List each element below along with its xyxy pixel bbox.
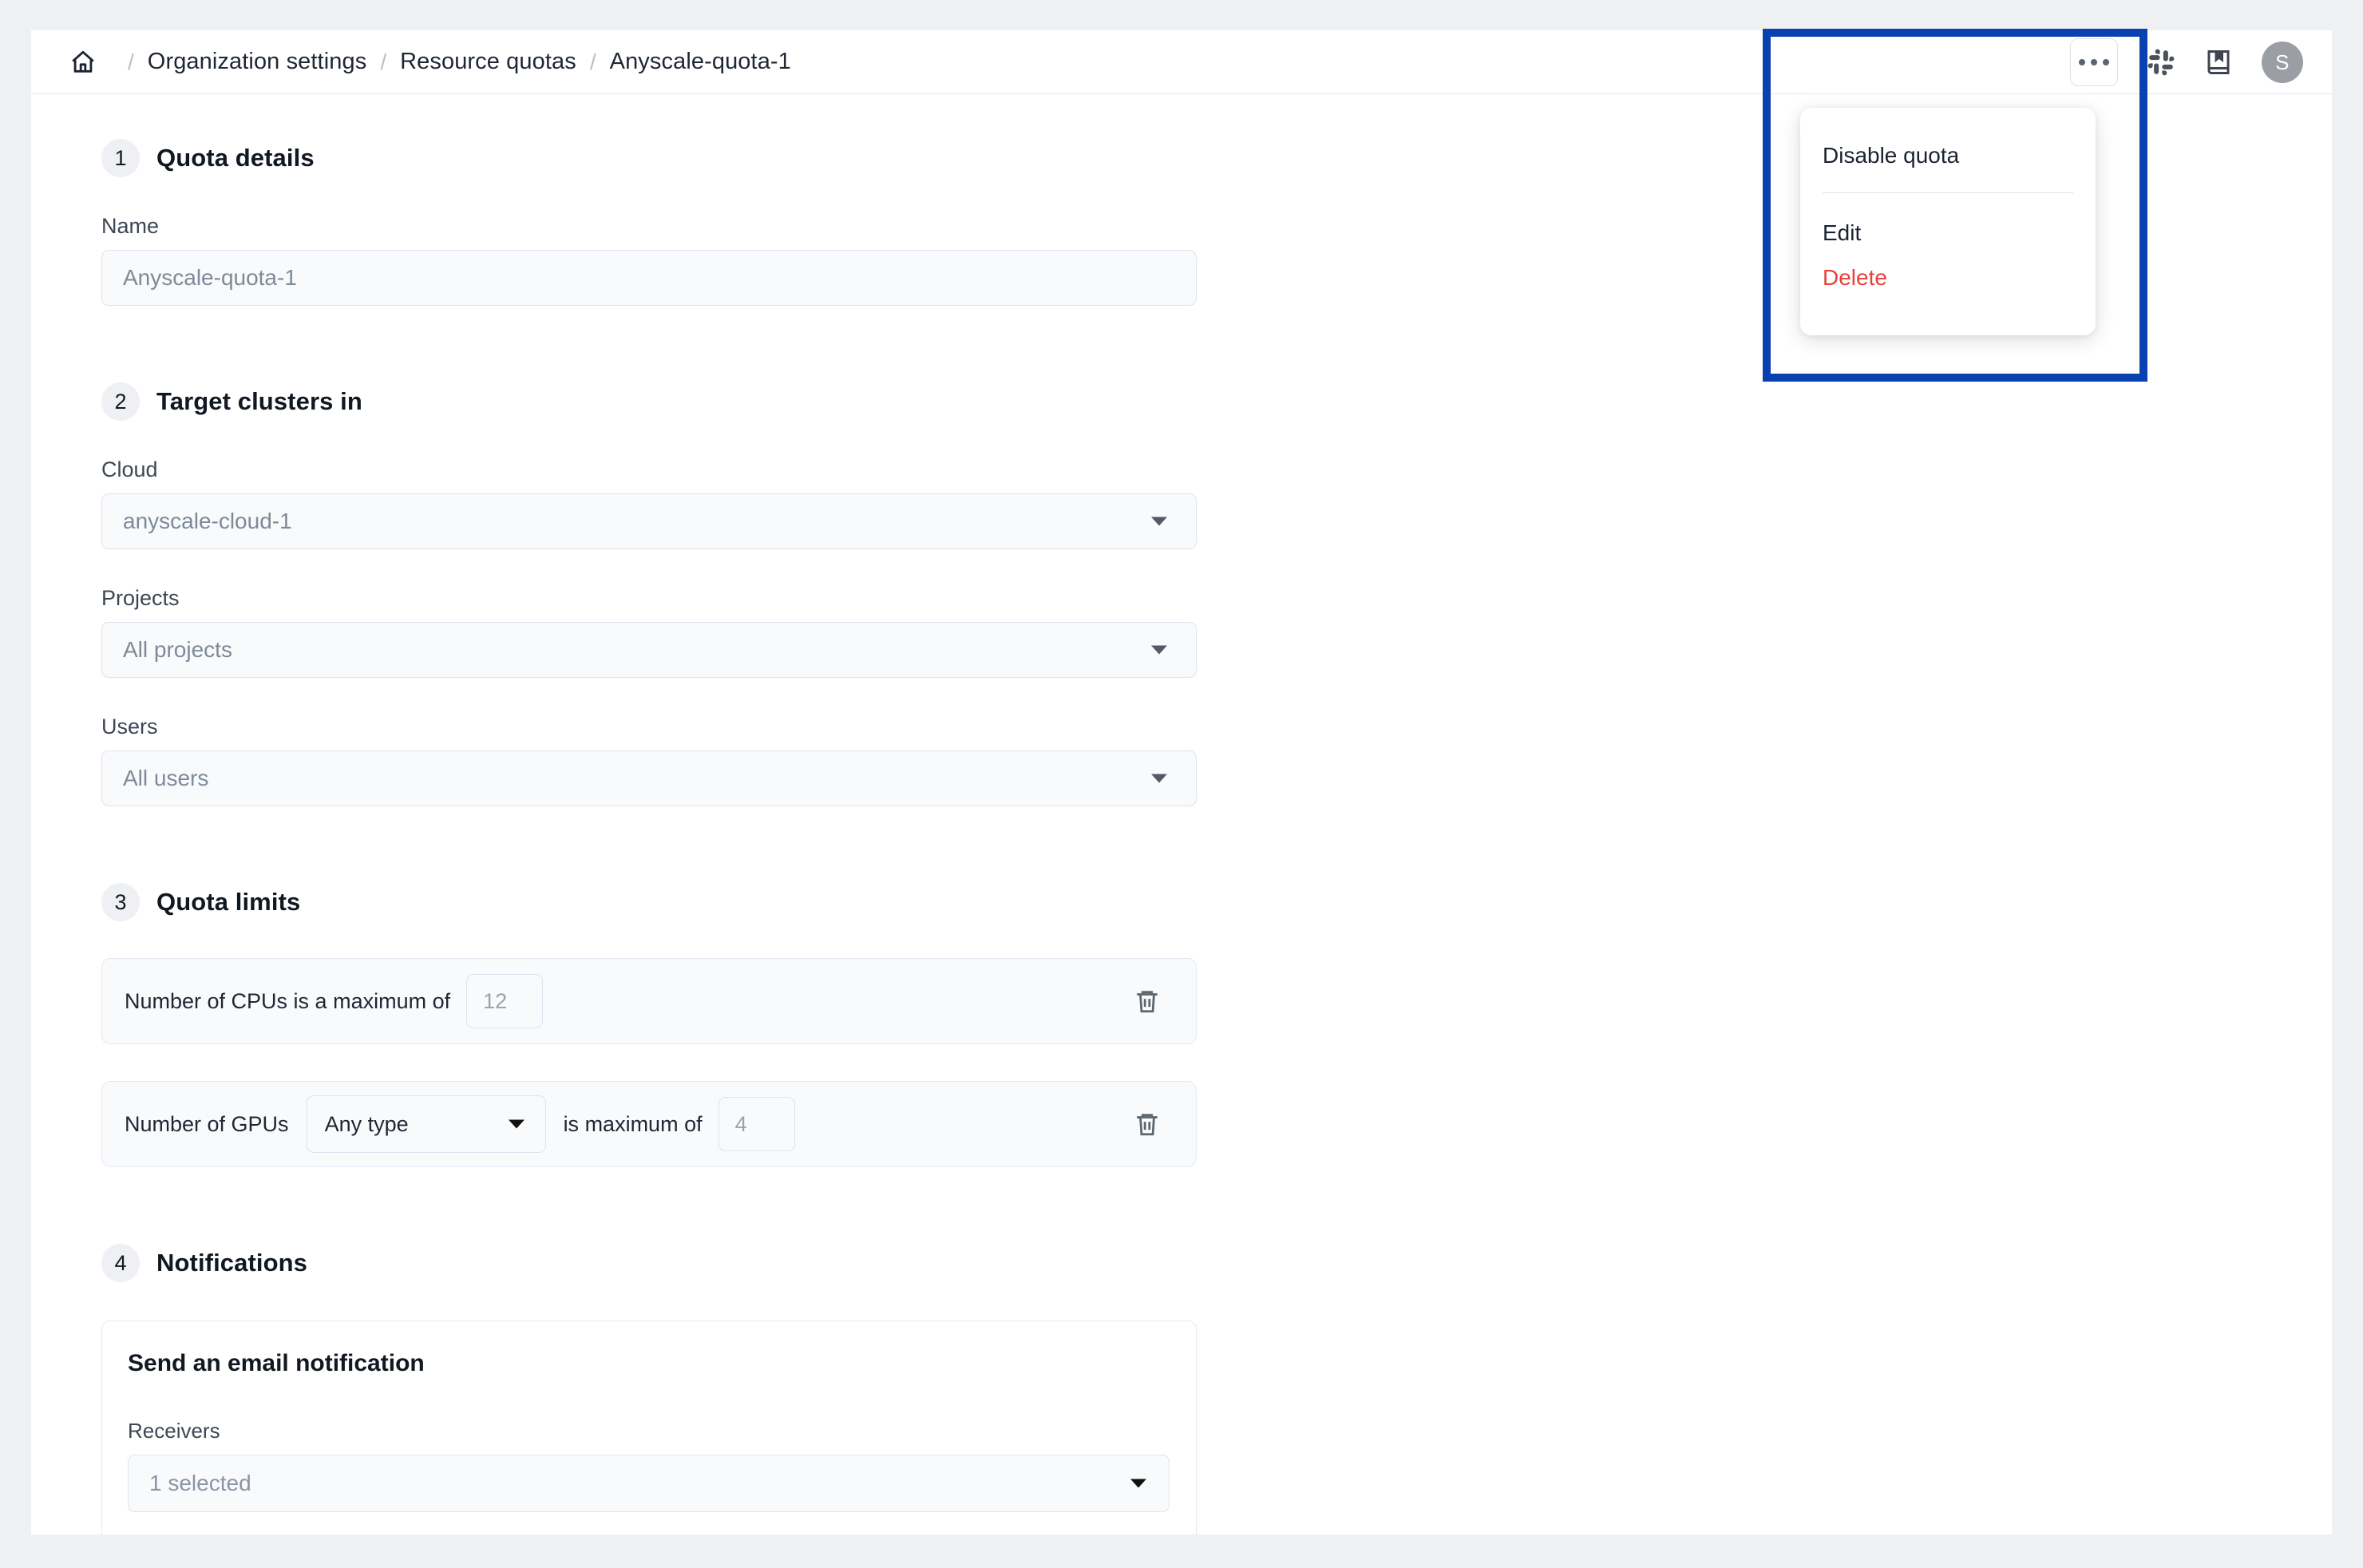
section-quota-limits: 3 Quota limits <box>101 883 2332 921</box>
email-notification-panel: Send an email notification Receivers 1 s… <box>101 1321 1197 1534</box>
top-bar-actions: S <box>2070 30 2303 94</box>
gpu-type-select[interactable]: Any type <box>306 1095 546 1153</box>
chevron-down-icon <box>1151 774 1167 783</box>
gpu-type-select-value: Any type <box>324 1111 409 1136</box>
cpu-limit-input[interactable]: 12 <box>466 974 544 1028</box>
breadcrumb-item-resource-quotas[interactable]: Resource quotas <box>400 49 576 75</box>
quota-limit-row-gpu: Number of GPUs Any type is maximum of 4 <box>101 1081 1197 1167</box>
ellipsis-dot <box>2079 59 2085 65</box>
step-number-badge: 2 <box>101 382 140 421</box>
step-number-badge: 3 <box>101 883 140 921</box>
gpu-limit-middle-label: is maximum of <box>563 1111 703 1136</box>
section-title: Quota details <box>156 144 315 172</box>
section-title: Notifications <box>156 1249 308 1277</box>
name-input[interactable]: Anyscale-quota-1 <box>101 250 1197 306</box>
step-number-badge: 4 <box>101 1244 140 1282</box>
menu-item-delete[interactable]: Delete <box>1800 255 2096 300</box>
slack-icon[interactable] <box>2147 48 2175 77</box>
menu-divider <box>1823 192 2073 193</box>
label-users: Users <box>101 715 158 738</box>
name-input-value: Anyscale-quota-1 <box>123 265 297 290</box>
avatar[interactable]: S <box>2262 42 2303 83</box>
chevron-down-icon <box>508 1119 524 1129</box>
projects-select[interactable]: All projects <box>101 622 1197 678</box>
label-receivers: Receivers <box>128 1419 220 1443</box>
breadcrumb: / Organization settings / Resource quota… <box>69 49 791 76</box>
breadcrumb-separator-3: / <box>589 49 596 74</box>
section-title: Quota limits <box>156 888 301 916</box>
cloud-select-value: anyscale-cloud-1 <box>123 509 292 533</box>
label-cloud: Cloud <box>101 457 158 481</box>
home-icon[interactable] <box>69 49 97 76</box>
users-select-value: All users <box>123 766 209 790</box>
email-notification-title: Send an email notification <box>128 1350 425 1376</box>
cpu-limit-label: Number of CPUs is a maximum of <box>125 988 451 1013</box>
breadcrumb-separator-1: / <box>128 49 134 74</box>
quota-limit-row-cpu: Number of CPUs is a maximum of 12 <box>101 958 1197 1044</box>
label-projects: Projects <box>101 586 180 610</box>
section-notifications: 4 Notifications <box>101 1244 2332 1282</box>
top-bar: / Organization settings / Resource quota… <box>31 30 2332 94</box>
receivers-select[interactable]: 1 selected <box>128 1455 1170 1512</box>
menu-item-disable-quota[interactable]: Disable quota <box>1800 133 2096 178</box>
chevron-down-icon <box>1151 645 1167 655</box>
ellipsis-dot <box>2103 59 2109 65</box>
delete-gpu-limit-button[interactable] <box>1134 1111 1161 1138</box>
breadcrumb-item-current-quota: Anyscale-quota-1 <box>609 49 791 74</box>
cloud-select[interactable]: anyscale-cloud-1 <box>101 493 1197 549</box>
breadcrumb-separator-2: / <box>380 49 387 74</box>
book-icon[interactable] <box>2204 48 2233 77</box>
gpu-limit-label: Number of GPUs <box>125 1111 289 1136</box>
context-menu: Disable quota Edit Delete <box>1800 108 2096 335</box>
chevron-down-icon <box>1151 517 1167 526</box>
chevron-down-icon <box>1130 1479 1146 1488</box>
delete-cpu-limit-button[interactable] <box>1134 988 1161 1015</box>
section-target-clusters: 2 Target clusters in <box>101 382 2332 421</box>
users-select[interactable]: All users <box>101 750 1197 806</box>
gpu-limit-input[interactable]: 4 <box>718 1097 795 1151</box>
section-title: Target clusters in <box>156 387 362 415</box>
step-number-badge: 1 <box>101 139 140 177</box>
ellipsis-dot <box>2091 59 2097 65</box>
breadcrumb-item-organization-settings[interactable]: Organization settings <box>148 49 367 75</box>
more-options-button[interactable] <box>2070 38 2118 86</box>
avatar-initial: S <box>2275 49 2290 74</box>
receivers-select-value: 1 selected <box>149 1471 251 1495</box>
projects-select-value: All projects <box>123 637 232 662</box>
menu-item-edit[interactable]: Edit <box>1800 211 2096 255</box>
